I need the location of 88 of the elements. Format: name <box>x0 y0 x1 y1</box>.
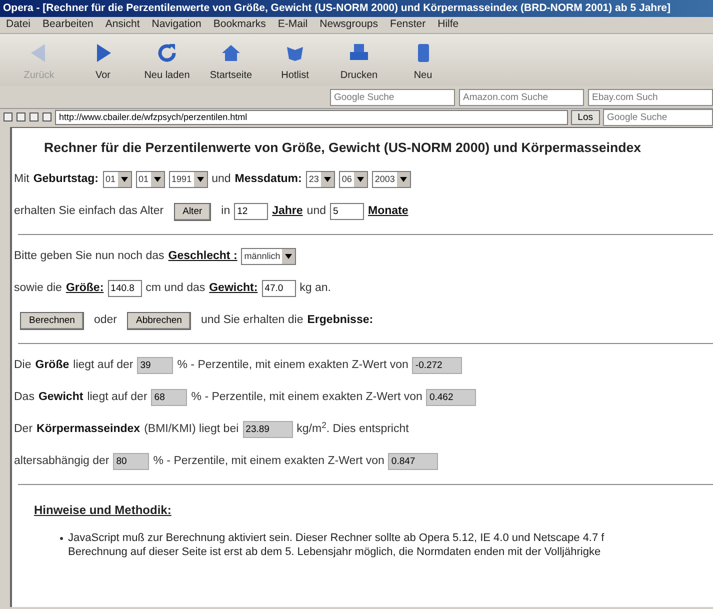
label-text: kg an. <box>300 281 331 296</box>
menu-item[interactable]: Newsgroups <box>320 17 378 33</box>
label-text: erhalten Sie einfach das Alter <box>14 204 164 220</box>
toolbar-button[interactable]: Hotlist <box>264 41 326 83</box>
label-text: % - Perzentile, mit einem exakten Z-Wert von <box>153 454 384 470</box>
menu-item[interactable]: Navigation <box>152 17 202 33</box>
label-text: Größe <box>35 358 70 374</box>
label-text: und <box>212 172 231 188</box>
label-text: oder <box>94 313 117 328</box>
bullet-icon <box>60 536 63 540</box>
menu-item[interactable]: Bearbeiten <box>42 17 94 33</box>
label-text: in <box>221 204 230 220</box>
search-field[interactable]: Google Suche <box>330 88 455 106</box>
label-text: Die <box>14 358 32 374</box>
label-text: altersabhängig der <box>14 454 110 470</box>
label-text: Ergebnisse: <box>307 313 374 328</box>
menu-item[interactable]: Bookmarks <box>213 17 266 33</box>
result-field[interactable]: 39 <box>137 357 174 374</box>
label-text: cm und das <box>146 281 206 296</box>
dropdown[interactable]: 06 <box>338 171 368 188</box>
caret-icon <box>324 177 331 182</box>
input-field[interactable]: 140.8 <box>108 280 142 298</box>
address-field[interactable]: http://www.cbailer.de/wfzpsych/perzentilen.html <box>55 110 568 124</box>
label-text: Der <box>14 422 33 438</box>
form-button[interactable]: Alter <box>174 202 212 222</box>
caret-icon <box>196 177 204 182</box>
link[interactable]: Monate <box>368 203 408 221</box>
label-text: kg/m$^{2}$. Dies entspricht <box>296 421 409 438</box>
dropdown[interactable]: 01 <box>102 171 132 188</box>
caret-icon <box>154 177 161 182</box>
link[interactable]: Gewicht: <box>209 280 258 298</box>
link[interactable]: Jahre <box>272 203 303 221</box>
menu-item[interactable]: E-Mail <box>278 17 308 33</box>
label-text: liegt auf der <box>73 358 134 374</box>
dropdown[interactable]: 1991 <box>168 171 208 188</box>
page-heading: Rechner für die Perzentilenwerte von Größe, Gewicht (US-NORM 2000) und Körpermasseindex <box>43 139 642 157</box>
dropdown[interactable]: 23 <box>306 171 335 188</box>
label-text: % - Perzentile, mit einem exakten Z-Wert von <box>177 358 408 374</box>
label-text: Das <box>14 390 34 406</box>
input-field[interactable]: 5 <box>330 203 364 220</box>
dropdown[interactable]: 2003 <box>372 171 411 188</box>
label-text: Gewicht <box>38 390 84 406</box>
menu-item[interactable]: Fenster <box>390 17 426 33</box>
toolbar-button[interactable]: Neu <box>392 41 454 83</box>
label-text: Geburtstag: <box>33 172 99 188</box>
label-text: liegt auf der <box>87 390 148 406</box>
toolbar-button[interactable]: Drucken <box>328 41 390 83</box>
label-text: % - Perzentile, mit einem exakten Z-Wert von <box>191 390 422 406</box>
go-button[interactable]: Los <box>570 110 600 124</box>
section-heading: Hinweise und Methodik: <box>33 502 172 519</box>
toolbar-button[interactable]: Vor <box>72 41 134 83</box>
search-field[interactable]: Amazon.com Suche <box>459 88 584 106</box>
form-button[interactable]: Berechnen <box>20 312 84 330</box>
menu-item[interactable]: Ansicht <box>105 17 140 33</box>
toolbar-button[interactable]: Startseite <box>200 41 262 83</box>
label-text: sowie die <box>14 281 62 296</box>
result-field[interactable]: 0.847 <box>388 453 438 470</box>
result-field[interactable]: 68 <box>151 389 188 406</box>
label-text: Körpermasseindex <box>36 422 140 438</box>
menu-item[interactable]: Datei <box>6 17 31 33</box>
label-text: Bitte geben Sie nun noch das <box>14 249 164 264</box>
label-text: und <box>306 204 326 220</box>
input-field[interactable]: 47.0 <box>262 280 296 298</box>
note-text: JavaScript muß zur Berechnung aktiviert sein. Dieser Rechner sollte ab Opera 5.12, IE 4.0 und Netscape 4.7 f <box>12 530 713 545</box>
caret-icon <box>120 177 128 182</box>
caret-icon <box>285 254 292 260</box>
dropdown[interactable]: männlich <box>241 248 296 266</box>
input-field[interactable]: 12 <box>234 203 268 220</box>
form-button[interactable]: Abbrechen <box>126 312 191 330</box>
search-field[interactable]: Ebay.com Such <box>588 88 713 106</box>
result-field[interactable]: -0.272 <box>412 357 462 374</box>
link[interactable]: Größe: <box>66 280 104 298</box>
caret-icon <box>400 177 407 182</box>
link[interactable]: Geschlecht : <box>168 248 238 266</box>
label-text: (BMI/KMI) liegt bei <box>144 422 239 438</box>
toolbar-button[interactable]: Neu laden <box>136 41 198 83</box>
label-text: Messdatum: <box>234 172 302 188</box>
menu-item[interactable]: Hilfe <box>438 17 459 33</box>
dropdown[interactable]: 01 <box>136 171 165 188</box>
result-field[interactable]: 80 <box>113 453 150 470</box>
result-field[interactable]: 23.89 <box>242 421 293 438</box>
caret-icon <box>356 177 364 182</box>
label-text: und Sie erhalten die <box>200 313 304 328</box>
window-title: Opera - [Rechner für die Perzentilenwerte von Größe, Gewicht (US-NORM 2000) und Körpermasseindex (BRD-NORM 2001) ab 5 Jahre] <box>0 0 713 17</box>
note-text: Berechnung auf dieser Seite ist erst ab dem 5. Lebensjahr möglich, die Normdaten enden mit der Volljährigke <box>67 544 602 559</box>
label-text: Mit <box>14 172 30 188</box>
result-field[interactable]: 0.462 <box>426 389 476 406</box>
search-field[interactable]: Google Suche <box>603 108 713 126</box>
